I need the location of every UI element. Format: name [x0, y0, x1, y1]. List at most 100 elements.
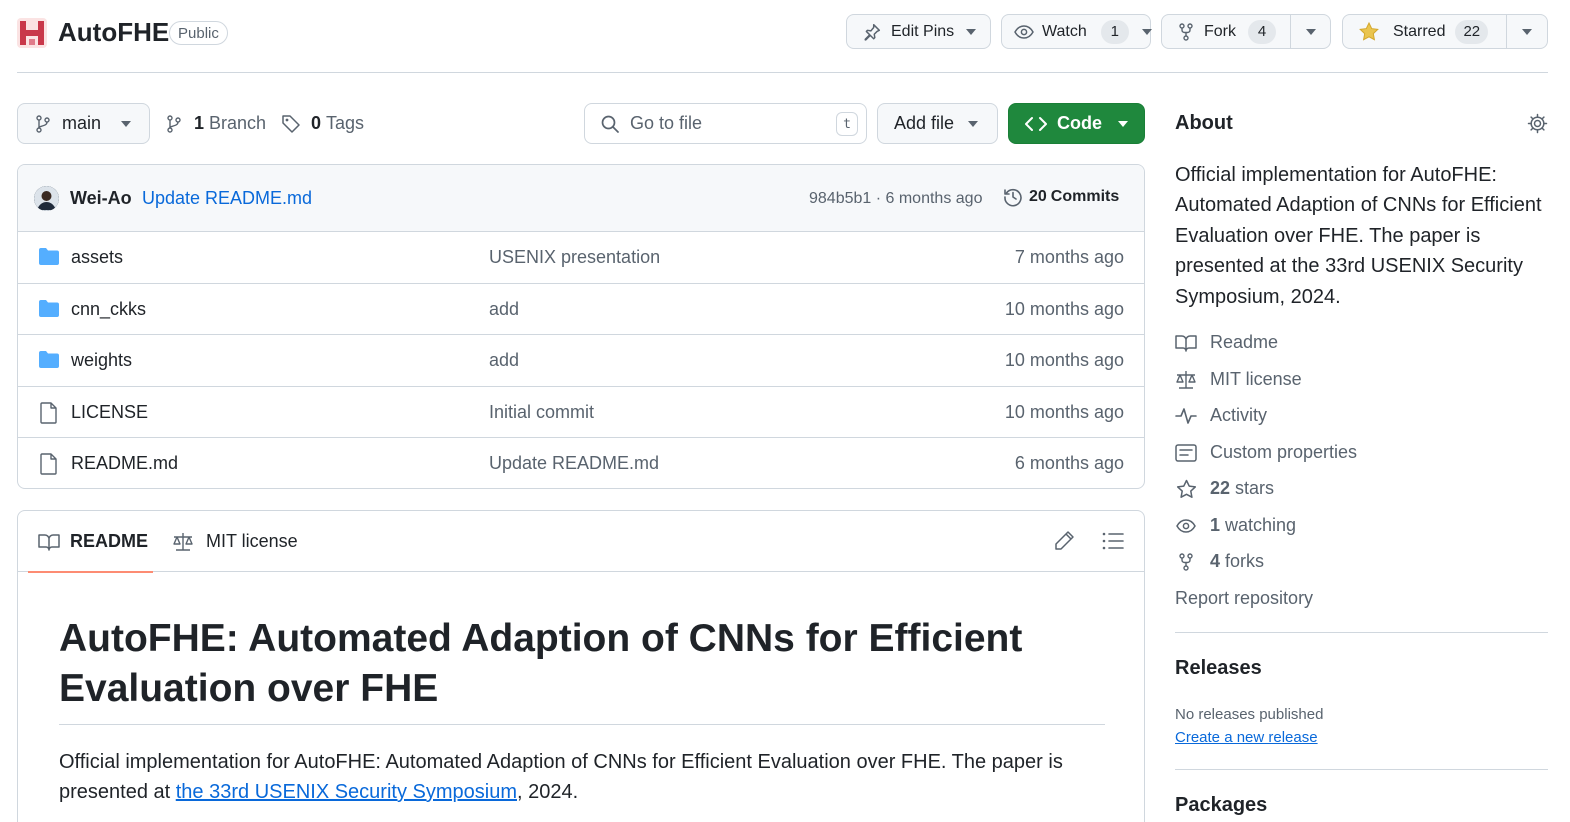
branch-icon — [35, 114, 51, 134]
tags-label: Tags — [326, 113, 365, 133]
gear-icon[interactable] — [1527, 113, 1548, 139]
branch-select-button[interactable]: main — [17, 103, 150, 144]
branch-name: main — [62, 113, 102, 133]
sidebar-activity-label: Activity — [1210, 405, 1268, 425]
branches-link[interactable]: 1 Branch — [166, 113, 266, 134]
code-label: Code — [1057, 113, 1102, 133]
folder-icon — [38, 247, 60, 271]
sidebar-license-link[interactable]: MIT license — [1175, 369, 1302, 390]
readme-panel: README MIT license AutoFHE: Automated Ad… — [17, 510, 1145, 822]
file-name[interactable]: cnn_ckks — [71, 299, 146, 320]
sidebar-custom-properties-link[interactable]: Custom properties — [1175, 442, 1357, 463]
commits-link[interactable]: 20 Commits — [1003, 187, 1119, 207]
file-name[interactable]: weights — [71, 350, 132, 371]
outline-list-icon[interactable] — [1102, 531, 1124, 556]
readme-paragraph: Official implementation for AutoFHE: Aut… — [59, 747, 1105, 807]
file-row[interactable]: weights add 10 months ago — [18, 335, 1144, 387]
add-file-button[interactable]: Add file — [877, 103, 998, 144]
chevron-down-icon — [968, 120, 979, 127]
releases-heading[interactable]: Releases — [1175, 657, 1262, 680]
report-repository-link[interactable]: Report repository — [1175, 588, 1313, 609]
header-divider — [17, 72, 1548, 73]
edit-pins-label: Edit Pins — [891, 22, 955, 40]
tab-license-label: MIT license — [206, 531, 298, 551]
sidebar-stars-link[interactable]: 22 stars — [1175, 478, 1274, 499]
folder-icon — [38, 350, 60, 374]
repo-owner-avatar[interactable] — [17, 18, 47, 48]
forks-count: 4 — [1210, 551, 1221, 571]
fork-divider — [1290, 15, 1291, 48]
file-name[interactable]: LICENSE — [71, 402, 148, 423]
fork-count: 4 — [1248, 19, 1276, 44]
watching-label: watching — [1225, 515, 1297, 535]
file-row[interactable]: LICENSE Initial commit 10 months ago — [18, 387, 1144, 439]
file-name[interactable]: assets — [71, 247, 123, 268]
file-commit-message[interactable]: Update README.md — [489, 453, 659, 474]
fork-button[interactable]: Fork 4 — [1161, 14, 1331, 49]
readme-tabs: README MIT license — [18, 511, 1144, 573]
file-icon — [38, 402, 60, 429]
watch-button[interactable]: Watch 1 — [1001, 14, 1152, 49]
commit-hash-time[interactable]: 984b5b1 · 6 months ago — [809, 190, 982, 208]
sidebar-activity-link[interactable]: Activity — [1175, 405, 1267, 426]
fork-icon — [1178, 22, 1194, 41]
file-commit-message[interactable]: add — [489, 299, 519, 320]
file-commit-message[interactable]: Initial commit — [489, 402, 594, 423]
folder-icon — [38, 299, 60, 323]
sidebar-forks-link[interactable]: 4 forks — [1175, 551, 1264, 572]
commit-message[interactable]: Update README.md — [142, 188, 312, 209]
about-heading: About — [1175, 112, 1233, 134]
file-row[interactable]: cnn_ckks add 10 months ago — [18, 284, 1144, 336]
repo-name[interactable]: AutoFHE — [58, 17, 169, 48]
book-icon — [38, 533, 60, 551]
fork-label: Fork — [1204, 22, 1236, 40]
file-date: 7 months ago — [1014, 247, 1124, 267]
branch-icon — [166, 114, 182, 134]
usenix-link[interactable]: the 33rd USENIX Security Symposium — [176, 781, 517, 803]
tab-license[interactable]: MIT license — [172, 511, 298, 572]
sidebar-custom-properties-label: Custom properties — [1210, 442, 1358, 462]
chevron-down-icon[interactable] — [1522, 29, 1532, 35]
sidebar-license-label: MIT license — [1210, 369, 1302, 389]
chevron-down-icon — [1141, 28, 1152, 35]
about-description: Official implementation for AutoFHE: Aut… — [1175, 164, 1542, 308]
watching-count: 1 — [1210, 515, 1221, 535]
tab-readme[interactable]: README — [28, 511, 153, 573]
go-to-file-input[interactable]: Go to file t — [584, 103, 867, 144]
starred-label: Starred — [1393, 22, 1446, 40]
active-tab-indicator — [28, 571, 153, 573]
file-row[interactable]: assets USENIX presentation 7 months ago — [18, 232, 1144, 284]
tag-icon — [281, 114, 301, 134]
file-commit-message[interactable]: add — [489, 350, 519, 371]
starred-button[interactable]: Starred 22 — [1342, 14, 1548, 49]
code-button[interactable]: Code — [1008, 103, 1145, 144]
watch-count: 1 — [1100, 19, 1129, 44]
fork-icon — [1175, 552, 1197, 572]
edit-pins-button[interactable]: Edit Pins — [846, 14, 991, 49]
file-commit-message[interactable]: USENIX presentation — [489, 247, 660, 268]
author-avatar[interactable] — [34, 186, 59, 211]
file-icon — [38, 453, 60, 480]
star-filled-icon — [1359, 22, 1379, 41]
eye-icon — [1175, 518, 1197, 534]
packages-heading[interactable]: Packages — [1175, 794, 1267, 817]
pulse-icon — [1175, 407, 1197, 425]
watch-label: Watch — [1042, 22, 1087, 40]
sidebar-divider — [1175, 632, 1548, 633]
eye-icon — [1014, 24, 1034, 40]
create-release-link[interactable]: Create a new release — [1175, 729, 1318, 746]
code-icon — [1025, 116, 1047, 132]
tags-link[interactable]: 0 Tags — [281, 113, 364, 134]
commits-label: Commits — [1050, 188, 1120, 205]
sidebar-watching-link[interactable]: 1 watching — [1175, 515, 1296, 536]
edit-pencil-icon[interactable] — [1053, 530, 1075, 557]
commit-author[interactable]: Wei-Ao — [70, 188, 132, 209]
sidebar-readme-link[interactable]: Readme — [1175, 332, 1278, 353]
chevron-down-icon[interactable] — [1306, 29, 1316, 35]
book-icon — [1175, 334, 1197, 352]
file-name[interactable]: README.md — [71, 453, 178, 474]
history-icon — [1003, 187, 1023, 207]
pin-icon — [863, 23, 881, 41]
no-releases-text: No releases published — [1175, 706, 1324, 723]
file-row[interactable]: README.md Update README.md 6 months ago — [18, 438, 1144, 488]
